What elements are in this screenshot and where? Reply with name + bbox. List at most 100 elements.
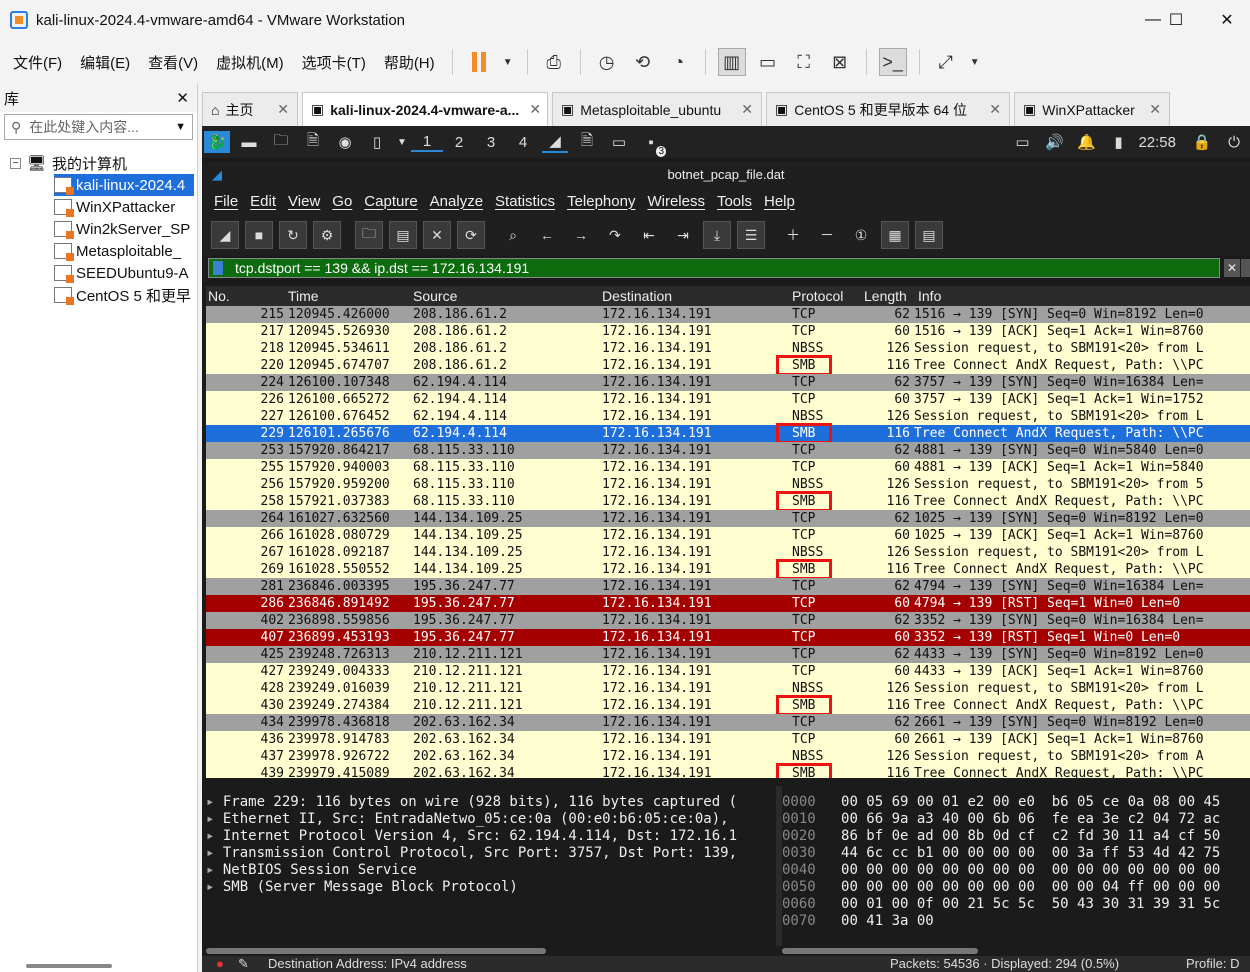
close-icon[interactable]: ✕ [979, 101, 1001, 118]
tab-centos[interactable]: ▣ CentOS 5 和更早版本 64 位 ✕ [766, 92, 1010, 126]
hex-row[interactable]: 0040 00 00 00 00 00 00 00 00 00 00 00 00… [782, 862, 1250, 879]
menu-edit[interactable]: 编辑(E) [71, 52, 139, 73]
packet-details[interactable]: ▸ Frame 229: 116 bytes on wire (928 bits… [206, 786, 776, 946]
ws-menu-view[interactable]: View [282, 193, 326, 210]
unity-icon[interactable]: ⊠ [826, 48, 854, 76]
packet-list[interactable]: 215 120945.426000 208.186.61.2 172.16.134.1… [206, 306, 1250, 778]
col-time[interactable]: Time [288, 288, 319, 304]
library-scrollbar[interactable] [26, 964, 112, 968]
close-icon[interactable]: ✕ [1204, 0, 1250, 40]
packet-row[interactable]: 256 157920.959200 68.115.33.110 172.16.134.… [206, 476, 1250, 493]
packet-row[interactable]: 215 120945.426000 208.186.61.2 172.16.134.1… [206, 306, 1250, 323]
ws-menu-go[interactable]: Go [326, 193, 358, 210]
edit-comment-icon[interactable]: ✎ [238, 956, 249, 972]
ws-menu-wireless[interactable]: Wireless [641, 193, 711, 210]
console-view-icon[interactable]: >_ [878, 48, 907, 76]
col-no[interactable]: No. [208, 288, 230, 304]
hex-row[interactable]: 0010 00 66 9a a3 40 00 6b 06 fe ea 3e c2… [782, 811, 1250, 828]
chevron-down-icon[interactable]: ▼ [501, 48, 515, 76]
expand-arrow-icon[interactable]: ▸ [206, 828, 223, 844]
file-manager-icon[interactable]: 🗀 [268, 131, 294, 153]
detail-row[interactable]: ▸ NetBIOS Session Service [206, 862, 776, 879]
packet-row[interactable]: 281 236846.003395 195.36.247.77 172.16.134.… [206, 578, 1250, 595]
wireshark-task-icon[interactable]: ◢ [542, 131, 568, 153]
packet-row[interactable]: 407 236899.453193 195.36.247.77 172.16.134.… [206, 629, 1250, 646]
packet-row[interactable]: 425 239248.726313 210.12.211.121 172.16.134… [206, 646, 1250, 663]
layout-icon[interactable]: ▤ [915, 221, 943, 249]
packet-row[interactable]: 218 120945.534611 208.186.61.2 172.16.134.1… [206, 340, 1250, 357]
text-editor-icon[interactable]: 🗎 [300, 131, 326, 153]
first-packet-icon[interactable]: ⇤ [635, 221, 663, 249]
expert-info-icon[interactable]: ● [216, 956, 224, 971]
packet-row[interactable]: 229 126101.265676 62.194.4.114 172.16.134.1… [206, 423, 1250, 444]
expand-arrow-icon[interactable]: ▸ [206, 845, 223, 861]
library-search-input[interactable]: 在此处键入内容... [29, 117, 175, 137]
packet-row[interactable]: 439 239979.415089 202.63.162.34 172.16.134.… [206, 763, 1250, 778]
thumbnail-bar-icon[interactable]: ▭ [754, 48, 782, 76]
ws-menu-help[interactable]: Help [758, 193, 801, 210]
chevron-down-icon[interactable]: ▼ [968, 48, 982, 76]
terminal-icon[interactable]: ▯ [364, 131, 390, 153]
packet-row[interactable]: 286 236846.891492 195.36.247.77 172.16.134.… [206, 595, 1250, 612]
hex-row[interactable]: 0020 86 bf 0e ad 00 8b 0d cf c2 fd 30 11… [782, 828, 1250, 845]
snapshot-manager-icon[interactable]: ◔ [665, 48, 693, 76]
packet-row[interactable]: 226 126100.665272 62.194.4.114 172.16.134.1… [206, 391, 1250, 408]
vm-item-win2k[interactable]: Win2kServer_SP [54, 218, 194, 240]
reload-file-icon[interactable]: ⟳ [457, 221, 485, 249]
expand-arrow-icon[interactable]: ▸ [206, 879, 223, 895]
close-icon[interactable]: ✕ [1139, 101, 1161, 118]
expand-arrow-icon[interactable]: ▸ [206, 811, 223, 827]
ws-menu-statistics[interactable]: Statistics [489, 193, 561, 210]
tree-root[interactable]: − 🖥 我的计算机 [10, 152, 204, 174]
pause-icon[interactable] [465, 48, 493, 76]
packet-row[interactable]: 269 161028.550552 144.134.109.25 172.16.134… [206, 559, 1250, 580]
menu-help[interactable]: 帮助(H) [375, 52, 444, 73]
maximize-icon[interactable]: ☐ [1153, 0, 1199, 40]
colorize-icon[interactable]: ☰ [737, 221, 765, 249]
document-task-icon[interactable]: 🗎 [574, 131, 600, 153]
stretch-icon[interactable]: ⤢ [932, 48, 960, 76]
packet-row[interactable]: 227 126100.676452 62.194.4.114 172.16.134.1… [206, 408, 1250, 425]
open-file-icon[interactable]: 🗀 [355, 221, 383, 249]
ws-menu-file[interactable]: File [208, 193, 244, 210]
network-task-icon[interactable]: ▪ 3 [638, 131, 666, 157]
packet-row[interactable]: 217 120945.526930 208.186.61.2 172.16.134.1… [206, 323, 1250, 340]
notification-bell-icon[interactable]: 🔔 [1073, 131, 1099, 153]
vm-item-seedubuntu[interactable]: SEEDUbuntu9-A [54, 262, 194, 284]
workspace-3[interactable]: 3 [475, 134, 507, 151]
tab-winxp[interactable]: ▣ WinXPattacker ✕ [1014, 92, 1170, 126]
find-packet-icon[interactable]: ⌕ [499, 221, 527, 249]
hex-row[interactable]: 0050 00 00 00 00 00 00 00 00 00 00 04 ff… [782, 879, 1250, 896]
packet-row[interactable]: 266 161028.080729 144.134.109.25 172.16.134… [206, 527, 1250, 544]
display-filter-input[interactable]: tcp.dstport == 139 && ip.dst == 172.16.1… [208, 258, 1220, 278]
packet-row[interactable]: 258 157921.037383 68.115.33.110 172.16.134.… [206, 491, 1250, 512]
battery-icon[interactable]: ▮ [1105, 131, 1131, 153]
sidebar-toggle-icon[interactable]: ▥ [717, 48, 746, 76]
snapshot-icon[interactable]: ◷ [593, 48, 621, 76]
zoom-out-icon[interactable]: － [813, 221, 841, 249]
hex-row[interactable]: 0000 00 05 69 00 01 e2 00 e0 b6 05 ce 0a… [782, 794, 1250, 811]
expand-arrow-icon[interactable]: ▸ [206, 794, 223, 810]
col-destination[interactable]: Destination [602, 288, 672, 304]
ws-menu-tools[interactable]: Tools [711, 193, 758, 210]
desktop-icon[interactable]: ▬ [236, 131, 262, 153]
tab-home[interactable]: ⌂ 主页 ✕ [202, 92, 298, 126]
detail-row[interactable]: ▸ Transmission Control Protocol, Src Por… [206, 845, 776, 862]
volume-icon[interactable]: 🔊 [1041, 131, 1067, 153]
stop-capture-icon[interactable]: ■ [245, 221, 273, 249]
packet-row[interactable]: 436 239978.914783 202.63.162.34 172.16.134.… [206, 731, 1250, 748]
chevron-down-icon[interactable]: ▼ [175, 121, 186, 133]
hex-row[interactable]: 0030 44 6c cc b1 00 00 00 00 00 3a ff 53… [782, 845, 1250, 862]
workspace-2[interactable]: 2 [443, 134, 475, 151]
workspace-4[interactable]: 4 [507, 134, 539, 151]
details-hscrollbar[interactable] [206, 948, 546, 954]
vm-item-centos[interactable]: CentOS 5 和更早 [54, 284, 194, 306]
packet-row[interactable]: 430 239249.274384 210.12.211.121 172.16.134… [206, 695, 1250, 716]
display-icon[interactable]: ▭ [1009, 131, 1035, 153]
packet-row[interactable]: 220 120945.674707 208.186.61.2 172.16.134.1… [206, 355, 1250, 376]
packet-row[interactable]: 264 161027.632560 144.134.109.25 172.16.134… [206, 510, 1250, 527]
go-to-packet-icon[interactable]: ↷ [601, 221, 629, 249]
bookmark-icon[interactable] [213, 261, 223, 275]
ws-menu-capture[interactable]: Capture [358, 193, 423, 210]
packet-row[interactable]: 402 236898.559856 195.36.247.77 172.16.134.… [206, 612, 1250, 629]
